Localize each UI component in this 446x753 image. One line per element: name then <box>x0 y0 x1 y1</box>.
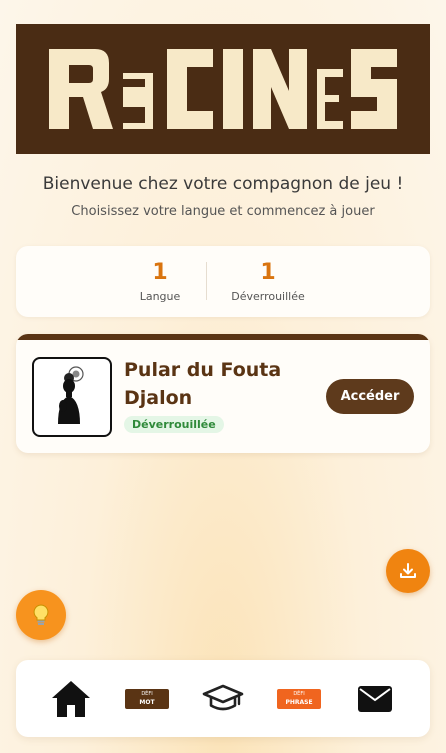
access-button[interactable]: Accéder <box>326 379 414 414</box>
stat-label: Déverrouillée <box>231 290 305 303</box>
graduation-cap-icon <box>202 684 244 710</box>
woman-silhouette-icon <box>58 366 84 424</box>
home-icon <box>52 680 90 717</box>
language-thumbnail <box>32 357 112 437</box>
mail-icon <box>358 685 392 712</box>
bottom-nav: DÉFI MOT DÉFI PHRASE <box>16 660 430 737</box>
nav-tag-line2: PHRASE <box>285 699 313 706</box>
stat-languages: 1 Langue <box>120 258 200 303</box>
status-badge: Déverrouillée <box>124 416 224 433</box>
nav-defi-mot[interactable]: DÉFI MOT <box>124 660 170 737</box>
language-card[interactable]: Pular du Fouta Djalon Déverrouillée Accé… <box>16 334 430 453</box>
defi-phrase-icon: DÉFI PHRASE <box>277 688 321 709</box>
racines-logo <box>49 49 397 129</box>
tip-button[interactable] <box>16 590 66 640</box>
welcome-subtitle: Choisissez votre langue et commencez à j… <box>71 204 375 219</box>
nav-defi-phrase[interactable]: DÉFI PHRASE <box>276 660 322 737</box>
nav-learn[interactable] <box>200 660 246 737</box>
download-icon <box>400 563 416 578</box>
nav-tag-line2: MOT <box>139 699 155 706</box>
nav-tag-line1: DÉFI <box>141 691 153 697</box>
download-button[interactable] <box>386 549 430 593</box>
nav-home[interactable] <box>48 660 94 737</box>
defi-mot-icon: DÉFI MOT <box>125 688 169 709</box>
stat-divider <box>206 262 207 300</box>
language-name: Pular du Fouta Djalon <box>124 359 282 409</box>
card-accent-bar <box>16 334 430 340</box>
stats-card: 1 Langue 1 Déverrouillée <box>16 246 430 317</box>
stat-value: 1 <box>152 260 168 285</box>
logo-banner <box>16 24 430 154</box>
lightbulb-icon <box>33 604 49 625</box>
stat-value: 1 <box>260 260 276 285</box>
nav-mail[interactable] <box>352 660 398 737</box>
nav-tag-line1: DÉFI <box>293 691 305 697</box>
stat-label: Langue <box>139 290 181 303</box>
welcome-title: Bienvenue chez votre compagnon de jeu ! <box>42 174 404 194</box>
stat-unlocked: 1 Déverrouillée <box>222 258 314 303</box>
